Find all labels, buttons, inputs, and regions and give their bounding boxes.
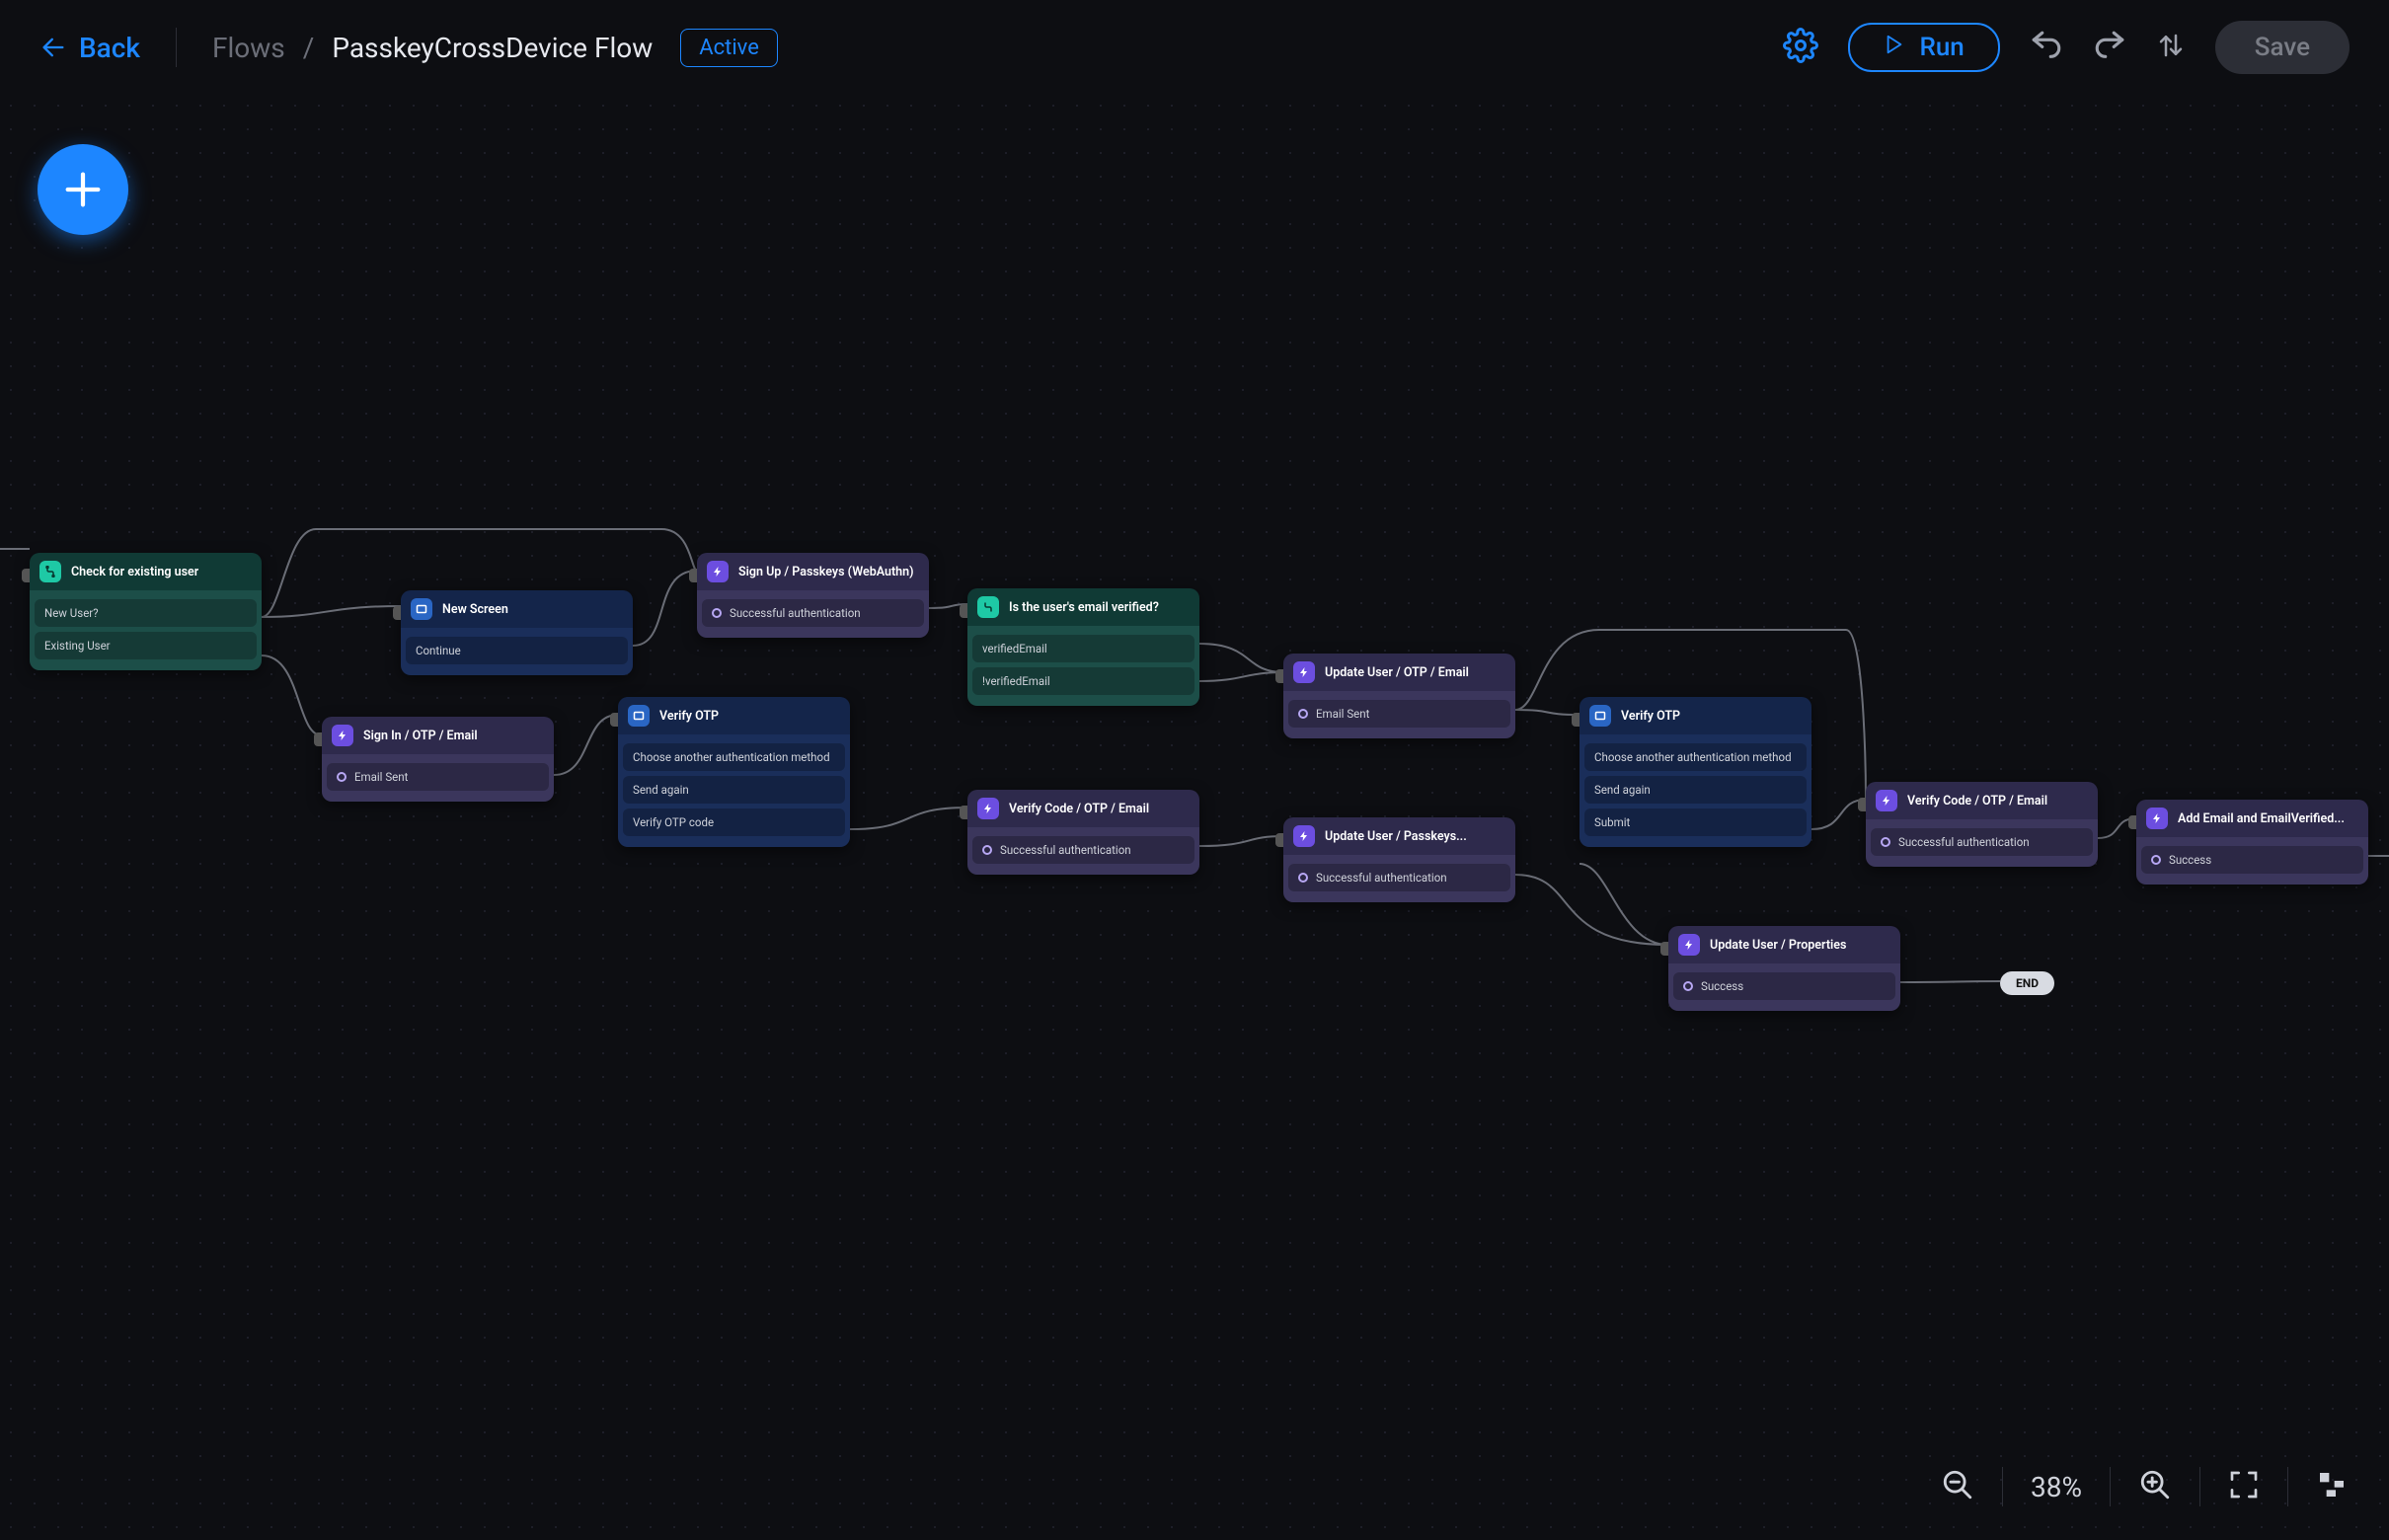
save-button[interactable]: Save [2215,21,2350,74]
node-title: Is the user's email verified? [1009,600,1159,615]
breadcrumb-root[interactable]: Flows [212,32,285,64]
breadcrumb-current: PasskeyCrossDevice Flow [332,32,653,64]
end-node[interactable]: END [2000,971,2054,995]
node-signup-passkeys[interactable]: Sign Up / Passkeys (WebAuthn) Successful… [697,553,929,638]
node-verify-code-email-2[interactable]: Verify Code / OTP / Email Successful aut… [1866,782,2098,867]
play-icon [1884,33,1905,62]
branch-icon [977,596,999,618]
node-add-email-verified[interactable]: Add Email and EmailVerified... Success [2136,800,2368,885]
zoom-in-button[interactable] [2138,1468,2172,1505]
swap-button[interactable] [2156,31,2186,64]
zoom-out-button[interactable] [1941,1468,1974,1505]
node-check-existing-user[interactable]: Check for existing user New User? Existi… [30,553,262,670]
divider [2002,1467,2003,1506]
node-update-user-otp-email[interactable]: Update User / OTP / Email Email Sent [1283,654,1515,738]
fullscreen-icon [2228,1486,2260,1504]
action-icon [977,798,999,819]
node-title: Check for existing user [71,565,198,579]
action-icon [1876,790,1897,811]
top-bar-actions: Run Save [1783,21,2350,74]
output-email-sent[interactable]: Email Sent [1288,700,1510,728]
node-verify-code-email-1[interactable]: Verify Code / OTP / Email Successful aut… [967,790,1199,875]
output-email-sent[interactable]: Email Sent [327,763,549,791]
node-update-user-properties[interactable]: Update User / Properties Success [1668,926,1900,1011]
action-icon [1293,825,1315,847]
action-icon [332,725,353,746]
divider [2199,1467,2200,1506]
node-title: Update User / OTP / Email [1325,665,1469,680]
output-send-again[interactable]: Send again [623,776,845,804]
redo-button[interactable] [2093,29,2126,66]
action-icon [1678,934,1700,956]
branch-icon [39,561,61,582]
node-title: Verify Code / OTP / Email [1009,802,1149,816]
output-verified-email[interactable]: verifiedEmail [972,635,1194,662]
swap-vertical-icon [2156,45,2186,64]
settings-button[interactable] [1783,28,1818,67]
output-choose-another[interactable]: Choose another authentication method [623,743,845,771]
output-success[interactable]: Success [1673,972,1895,1000]
output-success-auth[interactable]: Successful authentication [1871,828,2093,856]
zoom-level: 38% [2031,1471,2082,1503]
node-title: Update User / Properties [1710,938,1846,953]
status-badge[interactable]: Active [680,29,778,67]
layout-icon [2316,1486,2348,1504]
node-title: Verify OTP [659,709,719,724]
divider [176,28,177,67]
screen-icon [411,598,432,620]
action-icon [2146,808,2168,829]
output-existing-user[interactable]: Existing User [35,632,257,659]
add-node-button[interactable] [38,144,128,235]
node-signin-otp-email[interactable]: Sign In / OTP / Email Email Sent [322,717,554,802]
output-continue[interactable]: Continue [406,637,628,664]
node-title: Add Email and EmailVerified... [2178,811,2345,826]
arrow-left-icon [39,34,67,61]
zoom-in-icon [2138,1487,2172,1505]
output-send-again[interactable]: Send again [1584,776,1807,804]
undo-icon [2030,47,2063,66]
back-button[interactable]: Back [39,32,140,64]
node-verify-otp-2[interactable]: Verify OTP Choose another authentication… [1580,697,1811,847]
node-email-verified-question[interactable]: Is the user's email verified? verifiedEm… [967,588,1199,706]
screen-icon [628,705,650,727]
node-title: Verify OTP [1621,709,1680,724]
node-title: Sign Up / Passkeys (WebAuthn) [738,565,914,579]
action-icon [707,561,729,582]
screen-icon [1589,705,1611,727]
redo-icon [2093,47,2126,66]
output-success[interactable]: Success [2141,846,2363,874]
output-submit[interactable]: Submit [1584,808,1807,836]
output-verify-code[interactable]: Verify OTP code [623,808,845,836]
plus-icon [60,167,106,212]
node-title: New Screen [442,602,508,617]
output-new-user[interactable]: New User? [35,599,257,627]
node-title: Update User / Passkeys... [1325,829,1467,844]
undo-button[interactable] [2030,29,2063,66]
run-button[interactable]: Run [1848,23,1999,72]
fit-screen-button[interactable] [2228,1469,2260,1504]
divider [2110,1467,2111,1506]
bottom-bar: 38% [1941,1467,2348,1506]
action-icon [1293,661,1315,683]
node-title: Sign In / OTP / Email [363,729,478,743]
output-choose-another[interactable]: Choose another authentication method [1584,743,1807,771]
breadcrumb: Flows / PasskeyCrossDevice Flow [212,32,653,64]
flow-canvas[interactable]: Check for existing user New User? Existi… [0,0,2389,1540]
zoom-out-icon [1941,1487,1974,1505]
node-new-screen[interactable]: New Screen Continue [401,590,633,675]
output-success-auth[interactable]: Successful authentication [702,599,924,627]
run-label: Run [1919,33,1964,62]
divider [2287,1467,2288,1506]
node-update-user-passkeys[interactable]: Update User / Passkeys... Successful aut… [1283,817,1515,902]
breadcrumb-sep: / [303,32,315,64]
gear-icon [1783,48,1818,67]
auto-layout-button[interactable] [2316,1469,2348,1504]
output-success-auth[interactable]: Successful authentication [1288,864,1510,891]
node-title: Verify Code / OTP / Email [1907,794,2047,808]
back-label: Back [79,32,140,64]
output-not-verified-email[interactable]: !verifiedEmail [972,667,1194,695]
node-verify-otp-1[interactable]: Verify OTP Choose another authentication… [618,697,850,847]
top-bar: Back Flows / PasskeyCrossDevice Flow Act… [0,0,2389,95]
output-success-auth[interactable]: Successful authentication [972,836,1194,864]
